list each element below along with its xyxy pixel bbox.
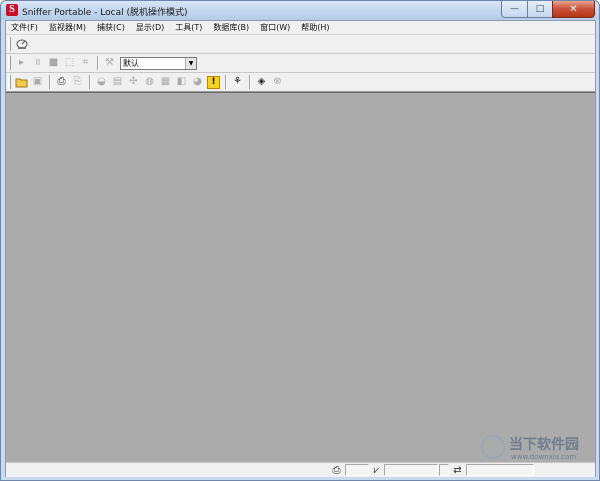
toolbar-separator: [49, 75, 51, 89]
host-table-icon[interactable]: ▤: [110, 75, 125, 90]
toolbar-separator: [225, 75, 227, 89]
save-icon[interactable]: ▣: [30, 75, 45, 90]
go-icon[interactable]: ⊗: [270, 75, 285, 90]
chevron-down-icon[interactable]: ▼: [185, 57, 196, 69]
filter-select[interactable]: 默认 ▼: [120, 56, 197, 70]
expert-icon[interactable]: ◈: [254, 75, 269, 90]
protocol-distribution-icon[interactable]: ◧: [174, 75, 189, 90]
maximize-button[interactable]: □: [527, 1, 552, 18]
toolbar-grip[interactable]: [8, 56, 11, 70]
capture-status-icon: ⩗: [373, 464, 380, 476]
toolbar-separator: [249, 75, 251, 89]
matrix-icon[interactable]: ✣: [126, 75, 141, 90]
menu-help[interactable]: 帮助(H): [296, 22, 335, 33]
sniffer-app-icon[interactable]: S: [6, 4, 18, 16]
monitor-toolbar: [6, 35, 595, 54]
window-controls: — □ ✕: [501, 1, 595, 19]
open-folder-icon[interactable]: [14, 75, 29, 90]
alarm-log-icon[interactable]: !: [207, 75, 220, 89]
dashboard-icon[interactable]: ◒: [94, 75, 109, 90]
play-icon[interactable]: ▸: [14, 56, 29, 71]
global-statistics-icon[interactable]: ◕: [190, 75, 205, 90]
status-bar: ⎙ ⩗ ⇄: [6, 462, 595, 477]
window-title: Sniffer Portable - Local (脱机操作模式): [22, 8, 188, 18]
stop-and-display-icon[interactable]: ⬚: [62, 56, 77, 71]
capture-toolbar: ▸ ॥ ■ ⬚ ⌗ ⚒ 默认 ▼: [6, 54, 595, 73]
menu-database[interactable]: 数据库(B): [208, 22, 255, 33]
print-preview-icon[interactable]: ⎘: [70, 75, 85, 90]
menu-tools[interactable]: 工具(T): [170, 22, 208, 33]
display-icon[interactable]: ⌗: [78, 56, 93, 71]
toolbar-separator: [89, 75, 91, 89]
address-book-icon[interactable]: ⚘: [230, 75, 245, 90]
mdi-workspace[interactable]: [6, 92, 595, 462]
main-toolbar: ▣ ⎙ ⎘ ◒ ▤ ✣ ◍ ▦ ◧ ◕ ! ⚘ ◈ ⊗: [6, 73, 595, 92]
toolbar-grip[interactable]: [8, 75, 11, 89]
print-icon[interactable]: ⎙: [54, 75, 69, 90]
app-window: S Sniffer Portable - Local (脱机操作模式) — □ …: [0, 0, 600, 481]
menu-monitor[interactable]: 监视器(M): [44, 22, 92, 33]
title-bar[interactable]: S Sniffer Portable - Local (脱机操作模式) — □ …: [1, 1, 599, 20]
toolbar-grip[interactable]: [8, 37, 11, 51]
menu-bar: 文件(F) 监视器(M) 捕获(C) 显示(D) 工具(T) 数据库(B) 窗口…: [6, 21, 595, 35]
dashboard-icon[interactable]: [14, 37, 29, 52]
printer-icon: ⎙: [332, 464, 341, 476]
menu-display[interactable]: 显示(D): [131, 22, 170, 33]
pause-icon[interactable]: ॥: [30, 56, 45, 71]
stop-icon[interactable]: ■: [46, 56, 61, 71]
history-samples-icon[interactable]: ▦: [158, 75, 173, 90]
define-filter-icon[interactable]: ⚒: [102, 56, 117, 71]
status-field: [439, 464, 449, 476]
menu-capture[interactable]: 捕获(C): [92, 22, 131, 33]
network-adapter-icon: ⇄: [453, 464, 462, 476]
status-field: [345, 464, 369, 476]
client-area: 文件(F) 监视器(M) 捕获(C) 显示(D) 工具(T) 数据库(B) 窗口…: [5, 20, 596, 477]
status-field: [384, 464, 438, 476]
menu-window[interactable]: 窗口(W): [255, 22, 296, 33]
minimize-button[interactable]: —: [501, 1, 527, 18]
application-response-icon[interactable]: ◍: [142, 75, 157, 90]
toolbar-separator: [97, 56, 99, 70]
menu-file[interactable]: 文件(F): [6, 22, 44, 33]
close-button[interactable]: ✕: [552, 1, 595, 18]
status-field: [466, 464, 534, 476]
filter-select-value: 默认: [123, 58, 139, 68]
